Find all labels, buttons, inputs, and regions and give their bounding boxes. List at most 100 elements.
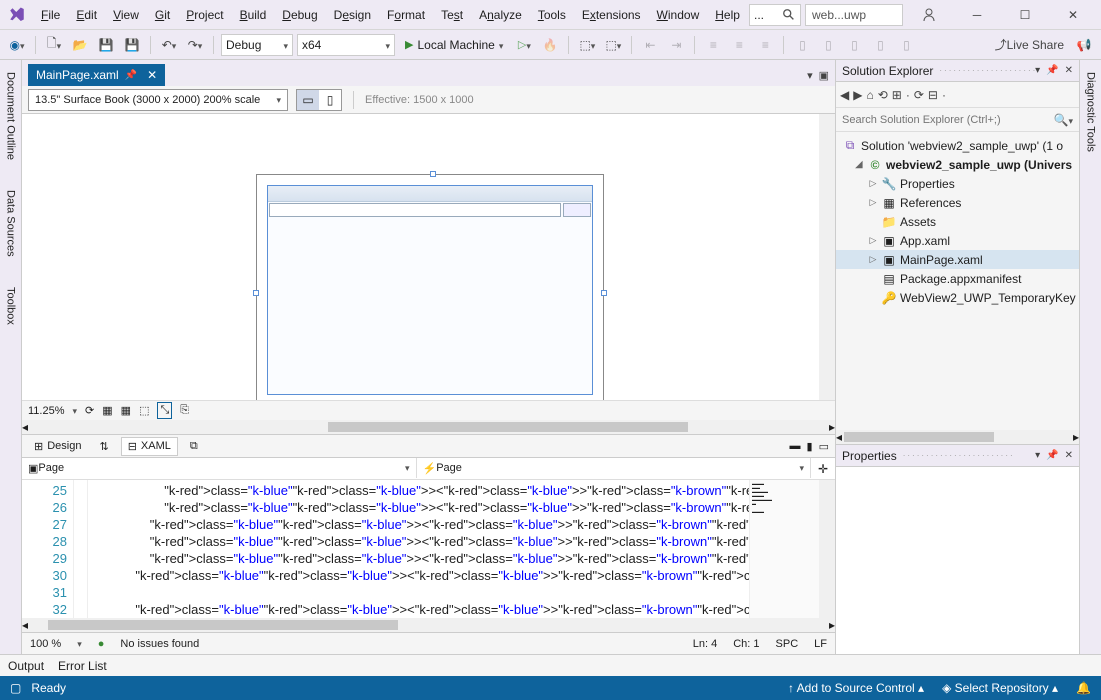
- device-combo[interactable]: 13.5" Surface Book (3000 x 2000) 200% sc…: [28, 89, 288, 111]
- redo-button[interactable]: ↷: [184, 34, 206, 56]
- props-close-icon[interactable]: ✕: [1065, 450, 1073, 461]
- solution-tree[interactable]: ⧉Solution 'webview2_sample_uwp' (1 o ◢©w…: [836, 132, 1079, 430]
- code-icon[interactable]: ⎘: [180, 404, 189, 417]
- menu-view[interactable]: View: [106, 4, 146, 26]
- run-no-debug-button[interactable]: ▷: [513, 34, 535, 56]
- menu-test[interactable]: Test: [434, 4, 470, 26]
- line-indicator[interactable]: Ln: 4: [693, 638, 717, 650]
- close-button[interactable]: ✕: [1051, 1, 1095, 29]
- solution-name-box[interactable]: web...uwp: [805, 4, 903, 26]
- open-button[interactable]: 📂: [69, 34, 91, 56]
- platform-combo[interactable]: x64: [297, 34, 395, 56]
- dock-icon[interactable]: ⬚: [602, 34, 624, 56]
- menu-design[interactable]: Design: [327, 4, 378, 26]
- split-editor-icon[interactable]: ✛: [811, 458, 835, 479]
- maximize-button[interactable]: ☐: [1003, 1, 1047, 29]
- popout-icon[interactable]: ⧉: [190, 440, 198, 453]
- designer-hscroll[interactable]: ◂▸: [22, 420, 835, 434]
- select-repository[interactable]: ◈ Select Repository ▴: [942, 681, 1058, 695]
- tab-output[interactable]: Output: [8, 659, 44, 673]
- account-icon[interactable]: [907, 1, 951, 29]
- tree-item-references[interactable]: ▷▦References: [836, 193, 1079, 212]
- spaces-indicator[interactable]: SPC: [776, 638, 799, 650]
- collapse-all-icon[interactable]: ⊟: [928, 88, 938, 102]
- config-combo[interactable]: Debug: [221, 34, 293, 56]
- save-all-button[interactable]: 💾: [121, 34, 143, 56]
- nav-combo-right[interactable]: ⚡ Page: [417, 458, 812, 478]
- solution-search-input[interactable]: [836, 114, 1048, 126]
- grid-icon[interactable]: ▦: [102, 404, 112, 417]
- run-button[interactable]: ▶Local Machine: [399, 34, 509, 56]
- menu-file[interactable]: File: [34, 4, 67, 26]
- close-tab-icon[interactable]: ✕: [147, 68, 157, 82]
- sync-icon[interactable]: ⟲: [878, 88, 888, 102]
- props-pin-icon[interactable]: 📌: [1046, 450, 1058, 461]
- snap-icon[interactable]: ⤡: [157, 402, 172, 419]
- grid2-icon[interactable]: ▦: [121, 404, 131, 417]
- tab-xaml[interactable]: ⊟ XAML: [121, 437, 178, 456]
- tab-diagnostic-tools[interactable]: Diagnostic Tools: [1083, 66, 1099, 158]
- nav-combo-left[interactable]: ▣ Page: [22, 458, 417, 478]
- vertical-scrollbar[interactable]: [819, 114, 835, 400]
- code-hscroll[interactable]: ◂▸: [22, 618, 835, 632]
- split-vert-icon[interactable]: ▮: [807, 440, 813, 453]
- menu-analyze[interactable]: Analyze: [472, 4, 529, 26]
- tab-error-list[interactable]: Error List: [58, 659, 107, 673]
- live-share-button[interactable]: ⤴ Live Share: [992, 34, 1067, 56]
- project-node[interactable]: ◢©webview2_sample_uwp (Univers: [836, 155, 1079, 174]
- tab-design[interactable]: ⊞ Design: [28, 438, 87, 455]
- split-horiz-icon[interactable]: ▬: [790, 440, 801, 453]
- tree-hscroll[interactable]: ◂▸: [836, 430, 1079, 444]
- nav-back-button[interactable]: ◉: [6, 34, 28, 56]
- collapse-icon[interactable]: ▭: [819, 440, 829, 453]
- eol-indicator[interactable]: LF: [814, 638, 827, 650]
- menu-tools[interactable]: Tools: [531, 4, 573, 26]
- pin-icon[interactable]: 📌: [125, 70, 137, 81]
- code-vscroll[interactable]: [819, 480, 835, 618]
- tab-window-icon[interactable]: ▣: [819, 69, 829, 82]
- refresh-icon[interactable]: ⟳: [85, 404, 94, 417]
- solution-search[interactable]: 🔍: [836, 108, 1079, 132]
- add-source-control[interactable]: ↑ Add to Source Control ▴: [788, 681, 924, 695]
- search-icon[interactable]: 🔍: [1048, 113, 1079, 127]
- tab-mainpage-xaml[interactable]: MainPage.xaml 📌 ✕: [28, 64, 165, 86]
- home-icon[interactable]: ⌂: [866, 88, 873, 102]
- fit-icon[interactable]: ⬚: [139, 404, 149, 417]
- menu-extensions[interactable]: Extensions: [575, 4, 648, 26]
- tree-item-package-appxmanifest[interactable]: ▤Package.appxmanifest: [836, 269, 1079, 288]
- swap-panes-icon[interactable]: ⇅: [99, 440, 108, 453]
- solution-root[interactable]: ⧉Solution 'webview2_sample_uwp' (1 o: [836, 136, 1079, 155]
- tree-item-webview2-uwp-temporarykey[interactable]: 🔑WebView2_UWP_TemporaryKey: [836, 288, 1079, 307]
- tab-document-outline[interactable]: Document Outline: [3, 66, 19, 166]
- tab-data-sources[interactable]: Data Sources: [3, 184, 19, 263]
- back-icon[interactable]: ◀: [840, 88, 849, 102]
- save-button[interactable]: 💾: [95, 34, 117, 56]
- code-body[interactable]: 2526272829303132 "k-red">class="k-blue""…: [22, 480, 835, 618]
- panel-menu-icon[interactable]: ▾: [1035, 65, 1040, 76]
- new-project-button[interactable]: 🗋: [43, 34, 65, 56]
- undo-button[interactable]: ↶: [158, 34, 180, 56]
- issues-text[interactable]: No issues found: [120, 638, 199, 650]
- tab-overflow-icon[interactable]: ▾: [807, 69, 813, 82]
- orientation-portrait-button[interactable]: ▯: [319, 90, 341, 110]
- menu-window[interactable]: Window: [650, 4, 707, 26]
- status-mode-icon[interactable]: ▢: [10, 681, 21, 695]
- title-search[interactable]: ...: [749, 4, 801, 26]
- fwd-icon[interactable]: ▶: [853, 88, 862, 102]
- orientation-landscape-button[interactable]: ▭: [297, 90, 319, 110]
- zoom-level[interactable]: 11.25%: [28, 405, 65, 417]
- props-menu-icon[interactable]: ▾: [1035, 450, 1040, 461]
- tab-toolbox[interactable]: Toolbox: [3, 281, 19, 331]
- tree-item-mainpage-xaml[interactable]: ▷▣MainPage.xaml: [836, 250, 1079, 269]
- minimap[interactable]: ▬▬▬▬▬▬▬▬▬▬▬▬▬▬▬▬▬▬▬▬▬: [749, 480, 819, 618]
- menu-git[interactable]: Git: [148, 4, 177, 26]
- menu-help[interactable]: Help: [708, 4, 747, 26]
- panel-close-icon[interactable]: ✕: [1065, 65, 1073, 76]
- layer-icon[interactable]: ⬚: [576, 34, 598, 56]
- menu-format[interactable]: Format: [380, 4, 432, 26]
- minimize-button[interactable]: ─: [955, 1, 999, 29]
- tree-item-assets[interactable]: 📁Assets: [836, 212, 1079, 231]
- showall-icon[interactable]: ⊞: [892, 88, 902, 102]
- tree-item-app-xaml[interactable]: ▷▣App.xaml: [836, 231, 1079, 250]
- menu-edit[interactable]: Edit: [69, 4, 104, 26]
